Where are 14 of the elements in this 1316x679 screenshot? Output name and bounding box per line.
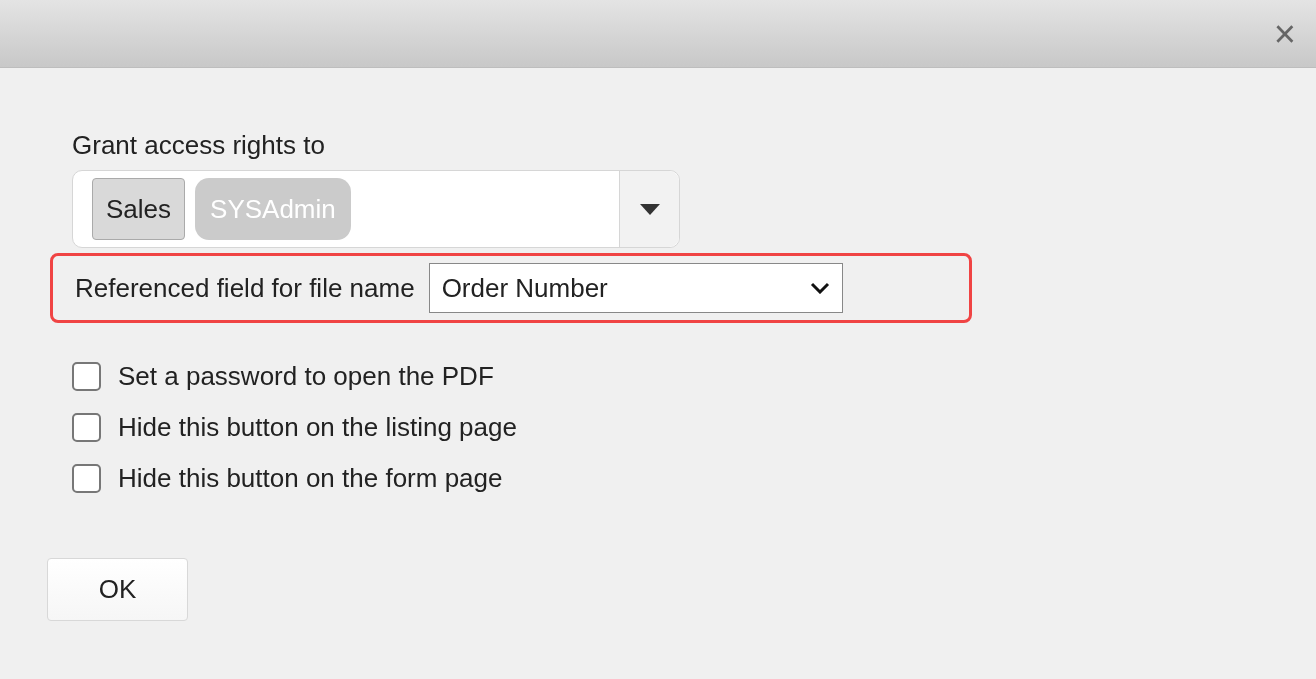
chevron-down-icon — [809, 282, 830, 294]
field-label: Referenced field for file name — [75, 271, 415, 305]
checkbox-label: Hide this button on the form page — [118, 462, 503, 495]
tag[interactable]: Sales — [92, 178, 186, 240]
caret-icon — [639, 203, 660, 215]
checkbox-label: Set a password to open the PDF — [118, 360, 494, 393]
checkbox[interactable] — [72, 362, 101, 391]
field-select[interactable]: Order Number — [428, 263, 843, 313]
checkbox[interactable] — [72, 464, 101, 493]
checkbox[interactable] — [72, 413, 101, 442]
access-label: Grant access rights to — [72, 129, 326, 162]
checkbox-label: Hide this button on the listing page — [118, 411, 517, 444]
ok-button[interactable]: OK — [47, 558, 188, 621]
close-button[interactable]: × — [1273, 14, 1296, 53]
